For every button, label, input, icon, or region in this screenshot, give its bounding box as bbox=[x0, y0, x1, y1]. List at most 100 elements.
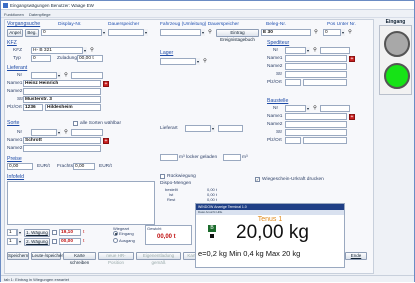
chevron-down-icon[interactable]: ▾ bbox=[82, 47, 87, 54]
preis-input[interactable]: 0,00 bbox=[7, 163, 33, 170]
sorte-extra-input[interactable] bbox=[71, 129, 103, 136]
infofeld-textarea[interactable] bbox=[7, 181, 155, 225]
baustelle-extra-input[interactable] bbox=[320, 105, 350, 112]
search-icon[interactable]: ⚲ bbox=[313, 29, 319, 35]
eintrag-button[interactable]: Eintrag Ereignistagebuch bbox=[216, 29, 259, 42]
menu-funktionen[interactable]: Funktionen bbox=[4, 12, 24, 17]
eigenentladung-button[interactable]: Eigenentladung gemäß bbox=[136, 252, 181, 265]
spediteur-name1-input[interactable] bbox=[285, 55, 347, 62]
lieferant-plz-input[interactable]: 1236 bbox=[23, 104, 43, 111]
rueckwiegung-checkbox[interactable] bbox=[160, 174, 165, 179]
spediteur-plz-input[interactable] bbox=[285, 79, 301, 86]
karte-schreiben-button[interactable]: Karte schreiben bbox=[63, 252, 96, 265]
clear-icon[interactable]: + bbox=[103, 138, 109, 144]
clear-icon[interactable]: + bbox=[103, 81, 109, 87]
menu-datenpflege[interactable]: Datenpflege bbox=[29, 12, 51, 17]
m3-input[interactable] bbox=[160, 154, 178, 161]
spediteur-ort-input[interactable] bbox=[303, 79, 347, 86]
zuladung-input[interactable]: 00,00 t bbox=[77, 55, 103, 62]
lieferant-nr-label: Nr bbox=[17, 73, 23, 78]
w2-hand-checkbox[interactable] bbox=[52, 239, 57, 244]
m3b-input[interactable] bbox=[223, 154, 241, 161]
baustelle-name1-label: Name1 bbox=[267, 114, 283, 119]
alle-sorten-checkbox[interactable] bbox=[73, 121, 78, 126]
fracht-unit: EUR/t bbox=[99, 164, 112, 169]
fahrzeug-select[interactable] bbox=[160, 29, 205, 36]
search-icon[interactable]: ⚲ bbox=[63, 129, 69, 135]
baustelle-plz-input[interactable] bbox=[285, 137, 301, 144]
dauerspeicher-select[interactable] bbox=[108, 29, 148, 36]
lieferant-extra-input[interactable] bbox=[71, 72, 103, 79]
chevron-down-icon[interactable]: ▾ bbox=[143, 29, 148, 36]
leute-speichern-button[interactable]: Leute-/speichern bbox=[31, 252, 66, 260]
baustelle-name1-input[interactable] bbox=[285, 113, 347, 120]
lieferart-extra-input[interactable] bbox=[218, 125, 243, 132]
chevron-down-icon[interactable]: ▾ bbox=[305, 47, 310, 54]
sorte-name1-input[interactable]: Schrott bbox=[23, 137, 101, 144]
baustelle-str-input[interactable] bbox=[285, 129, 347, 136]
chevron-down-icon[interactable]: ▾ bbox=[56, 129, 61, 136]
search-icon[interactable]: ⚲ bbox=[202, 58, 208, 64]
search-icon[interactable]: ⚲ bbox=[347, 29, 353, 35]
lieferant-name1-input[interactable]: Heinz Heinrich bbox=[23, 80, 101, 87]
chevron-down-icon[interactable]: ▾ bbox=[210, 125, 215, 132]
sorte-name2-input[interactable] bbox=[23, 145, 101, 152]
chevron-down-icon[interactable]: ▾ bbox=[17, 229, 22, 236]
baustelle-name2-input[interactable] bbox=[285, 121, 347, 128]
spediteur-str-input[interactable] bbox=[285, 71, 347, 78]
clear-icon[interactable]: + bbox=[349, 114, 355, 120]
lager-select[interactable] bbox=[160, 58, 200, 65]
speichern-button[interactable]: Speichern bbox=[7, 252, 29, 260]
lieferant-name2-input[interactable] bbox=[23, 88, 101, 95]
w1-button[interactable]: 1. Wägung bbox=[24, 229, 50, 237]
lieferant-ort-input[interactable]: Hildesheim bbox=[45, 104, 101, 111]
beleg-input[interactable]: E 30 bbox=[261, 29, 311, 36]
spediteur-str-label: Str bbox=[276, 72, 283, 77]
typ-label: Typ bbox=[13, 56, 21, 61]
zuladung-label: Zuladung bbox=[57, 56, 78, 61]
chevron-down-icon[interactable]: ▾ bbox=[195, 58, 200, 65]
lieferant-str-input[interactable]: Musterstr. 3 bbox=[23, 96, 101, 103]
fracht-input[interactable]: 0,00 bbox=[73, 163, 95, 170]
chevron-down-icon[interactable]: ▾ bbox=[305, 105, 310, 112]
display-nr-select[interactable]: 0 bbox=[41, 29, 106, 36]
neue-position-button[interactable]: neue HR-Position bbox=[98, 252, 134, 265]
chevron-down-icon[interactable]: ▾ bbox=[56, 72, 61, 79]
kfz-input[interactable]: H- B 321 bbox=[31, 47, 87, 54]
search-icon[interactable]: ⚲ bbox=[312, 105, 318, 111]
spediteur-name2-input[interactable] bbox=[285, 63, 347, 70]
fahrzeug-label: Fahrzeug (Umleitung) Dauerspeicher bbox=[160, 22, 239, 27]
sorte-nr-label: Nr bbox=[17, 130, 23, 135]
infofeld-title: Infofeld bbox=[7, 174, 25, 180]
ende-button[interactable]: Ende bbox=[345, 252, 367, 260]
chevron-down-icon[interactable]: ▾ bbox=[200, 29, 205, 36]
wiegeschein-checkbox[interactable]: ✓ bbox=[255, 177, 260, 182]
chevron-down-icon[interactable]: ▾ bbox=[17, 238, 22, 245]
spediteur-extra-input[interactable] bbox=[320, 47, 350, 54]
beg-button[interactable]: Beg. bbox=[25, 29, 39, 37]
clear-icon[interactable]: + bbox=[349, 56, 355, 62]
spediteur-name2-label: Name2 bbox=[267, 64, 283, 69]
search-icon[interactable]: ⚲ bbox=[312, 47, 318, 53]
typ-input[interactable]: 0 bbox=[31, 55, 51, 62]
lieferant-name2-label: Name2 bbox=[7, 89, 23, 94]
search-icon[interactable]: ⚲ bbox=[89, 47, 95, 53]
lieferant-title: Lieferant bbox=[7, 65, 28, 71]
w1-nr-select[interactable]: 1 bbox=[7, 229, 17, 236]
lager-title: Lager bbox=[160, 50, 174, 56]
wiegeschein-label: Wiegeschein-Urkraft drucken bbox=[262, 177, 324, 182]
w2-nr-select[interactable]: 1 bbox=[7, 238, 17, 245]
search-icon[interactable]: ⚲ bbox=[207, 29, 213, 35]
ausgang-radio[interactable] bbox=[113, 238, 118, 243]
search-icon[interactable]: ⚲ bbox=[63, 72, 69, 78]
anpel-button[interactable]: Anpel bbox=[7, 29, 23, 37]
w2-button[interactable]: 2. Wägung bbox=[24, 238, 50, 246]
w1-hand-checkbox[interactable] bbox=[52, 230, 57, 235]
chevron-down-icon[interactable]: ▾ bbox=[340, 29, 345, 36]
chevron-down-icon[interactable]: ▾ bbox=[101, 29, 106, 36]
fracht-label: Frachts. bbox=[57, 164, 75, 169]
eingang-radio[interactable] bbox=[113, 231, 118, 236]
spediteur-name1-label: Name1 bbox=[267, 56, 283, 61]
app-icon bbox=[3, 3, 8, 8]
baustelle-ort-input[interactable] bbox=[303, 137, 347, 144]
